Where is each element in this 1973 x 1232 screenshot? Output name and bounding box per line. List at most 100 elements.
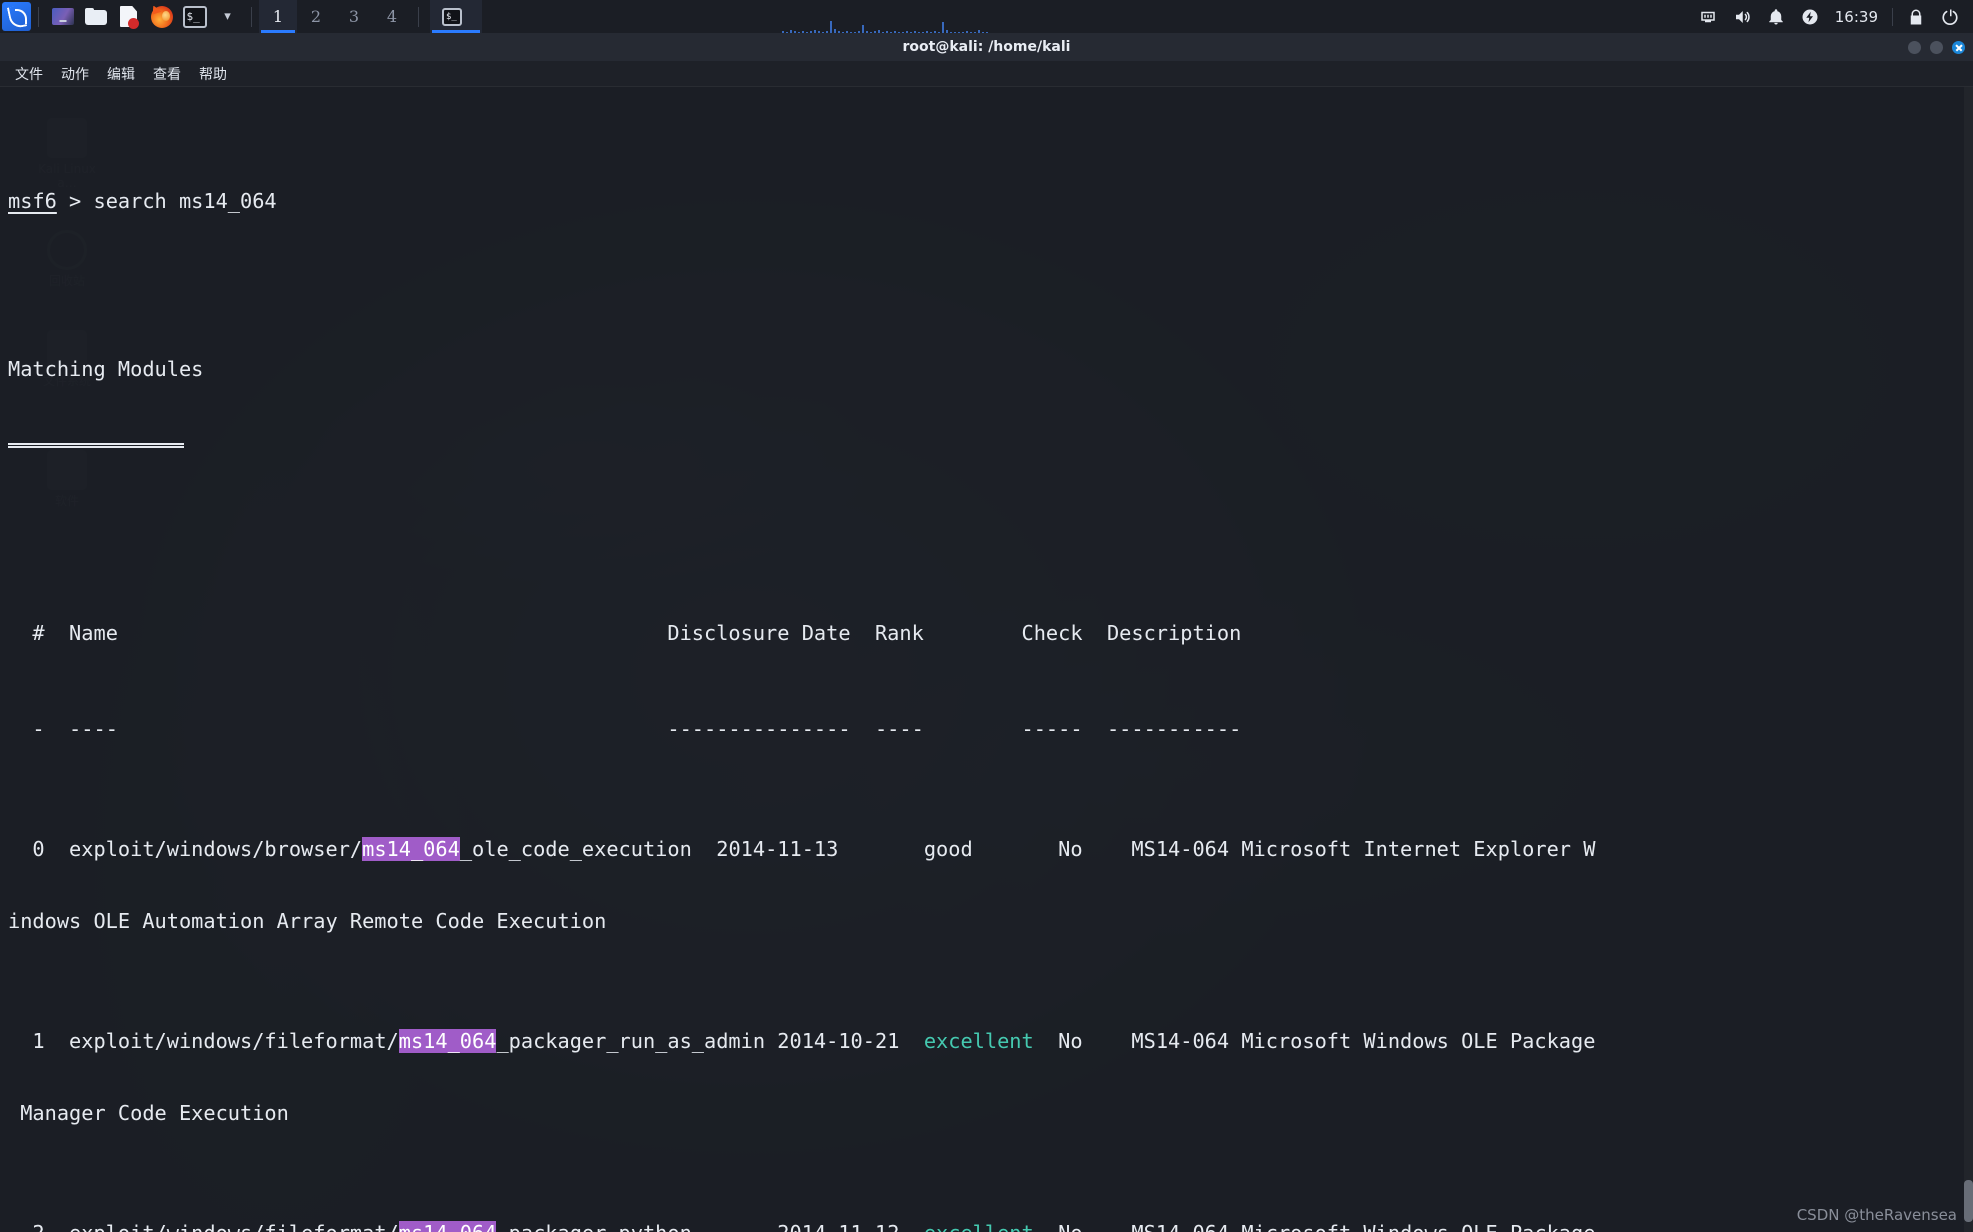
header-name: Name [44,621,118,645]
workspace-1[interactable]: 1 [259,0,297,33]
watermark: CSDN @theRavensea [1796,1206,1957,1224]
header-spacer [851,621,875,645]
prompt-user: msf6 [8,189,57,213]
row-gap [899,1221,923,1232]
network-graph [782,19,1202,33]
row-path-post: _ole_code_execution [459,837,692,861]
dash-name: ---- [44,717,118,741]
menu-edit[interactable]: 编辑 [98,61,144,87]
close-button[interactable] [1952,40,1965,54]
workspace-4[interactable]: 4 [373,0,411,33]
table-dash-row-1: - ---- --------------- ---- ----- ------… [8,717,1973,741]
menu-actions[interactable]: 动作 [52,61,98,87]
row-date: 2014-11-12 [777,1221,899,1232]
row-rank: good [923,837,973,861]
panel-spacer [482,0,1691,33]
dash-num: - [8,717,45,741]
firefox-icon[interactable] [145,0,178,33]
table-row: 0 exploit/windows/browser/ms14_064_ole_c… [8,837,1973,861]
text-editor-icon[interactable] [112,0,145,33]
terminal-line-prompt-1: msf6 > search ms14_064 [8,189,1973,213]
terminal-icon[interactable] [178,0,211,33]
row-path-pre: exploit/windows/browser/ [44,837,363,861]
clock[interactable]: 16:39 [1827,8,1886,26]
row-path-pre: exploit/windows/fileformat/ [44,1029,399,1053]
row-gap [973,837,1058,861]
row-gap [1034,1029,1058,1053]
table-row: 1 exploit/windows/fileformat/ms14_064_pa… [8,1029,1973,1053]
workspace-2[interactable]: 2 [297,0,335,33]
panel-divider [38,6,39,27]
scrollbar-thumb[interactable] [1964,1180,1973,1222]
row-gap [692,1221,777,1232]
header-num: # [8,621,45,645]
table-header-row-1: # Name Disclosure Date Rank Check Descri… [8,621,1973,645]
panel-divider [418,6,419,27]
notification-bell-icon[interactable] [1759,0,1793,33]
dash-spacer [924,717,1022,741]
dash-spacer [1083,717,1107,741]
network-icon[interactable] [1691,0,1725,33]
header-date: Disclosure Date [667,621,851,645]
window-titlebar[interactable]: root@kali: /home/kali [0,33,1973,61]
dash-check: ----- [1021,717,1083,741]
chevron-down-icon[interactable]: ▾ [211,0,244,33]
row-date: 2014-10-21 [777,1029,900,1053]
tray-divider [1892,7,1893,26]
header-desc: Description [1106,621,1242,645]
menu-view[interactable]: 查看 [144,61,190,87]
row-index: 2 [8,1221,44,1232]
minimize-button[interactable] [1908,40,1921,54]
volume-icon[interactable] [1725,0,1759,33]
header-rank: Rank [874,621,924,645]
table-row-wrap: Manager Code Execution [8,1101,289,1125]
table-row: 2 exploit/windows/fileformat/ms14_064_pa… [8,1221,1973,1232]
table-row-wrap: indows OLE Automation Array Remote Code … [8,909,607,933]
row-gap [765,1029,777,1053]
menu-file[interactable]: 文件 [6,61,52,87]
header-check: Check [1021,621,1083,645]
terminal-scrollbar[interactable] [1964,87,1973,1232]
row-desc: MS14-064 Microsoft Internet Explorer W [1131,837,1596,861]
row-gap [1083,1029,1132,1053]
kali-menu-icon[interactable] [2,2,31,31]
terminal-window-icon [442,7,462,26]
menu-bar: 文件 动作 编辑 查看 帮助 [0,61,1973,87]
row-gap [1034,1221,1058,1232]
row-gap [899,1029,923,1053]
lock-icon[interactable] [1899,0,1933,33]
row-rank: excellent [924,1221,1034,1232]
maximize-button[interactable] [1930,40,1943,54]
dash-rank: ---- [874,717,924,741]
system-tray: 16:39 [1691,0,1973,33]
row-check: No [1058,837,1083,861]
row-path-highlight: ms14_064 [362,837,460,861]
taskbar-terminal[interactable] [430,0,482,33]
menu-help[interactable]: 帮助 [190,61,236,87]
logout-icon[interactable] [1933,0,1967,33]
workspace-3[interactable]: 3 [335,0,373,33]
command-text: search ms14_064 [93,189,277,213]
dash-spacer [118,717,667,741]
dash-spacer [851,717,875,741]
dash-date: --------------- [667,717,851,741]
power-icon[interactable] [1793,0,1827,33]
matching-modules-heading-1: Matching Modules [8,357,204,381]
header-spacer [924,621,1022,645]
header-spacer [1083,621,1107,645]
terminal-screen[interactable]: msf6 > search ms14_064 Matching Modules … [0,87,1973,1232]
app-window-icon[interactable] [46,0,79,33]
row-path-post: _packager_run_as_admin [496,1029,766,1053]
row-path-highlight: ms14_064 [398,1029,497,1053]
window-title: root@kali: /home/kali [902,39,1071,55]
row-gap [838,837,923,861]
row-gap [692,837,716,861]
row-gap [1083,1221,1132,1232]
file-manager-icon[interactable] [79,0,112,33]
row-desc: MS14-064 Microsoft Windows OLE Package [1131,1221,1595,1232]
row-check: No [1058,1029,1083,1053]
heading-rule-1 [8,429,1973,453]
top-panel: ▾ 1 2 3 4 [0,0,1973,33]
